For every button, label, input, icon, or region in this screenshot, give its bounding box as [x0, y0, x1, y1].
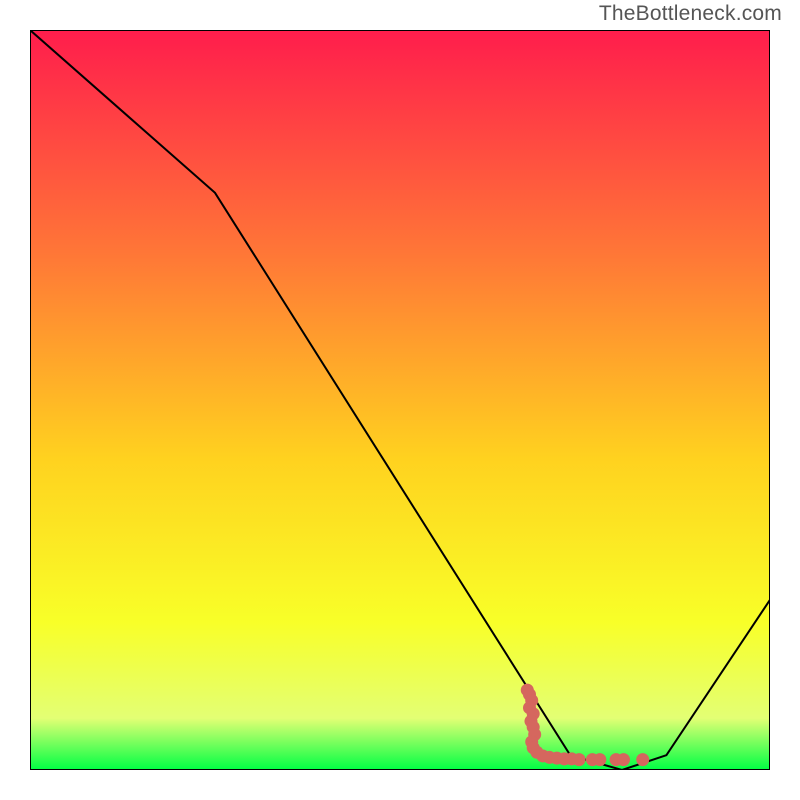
watermark-text: TheBottleneck.com — [599, 2, 782, 26]
ideal-point — [636, 753, 649, 766]
plot-svg — [30, 30, 770, 770]
gradient-background — [30, 30, 770, 770]
ideal-point — [617, 753, 630, 766]
ideal-point — [593, 753, 606, 766]
chart-container: TheBottleneck.com — [0, 0, 800, 800]
ideal-point — [573, 753, 586, 766]
plot-area — [30, 30, 770, 770]
